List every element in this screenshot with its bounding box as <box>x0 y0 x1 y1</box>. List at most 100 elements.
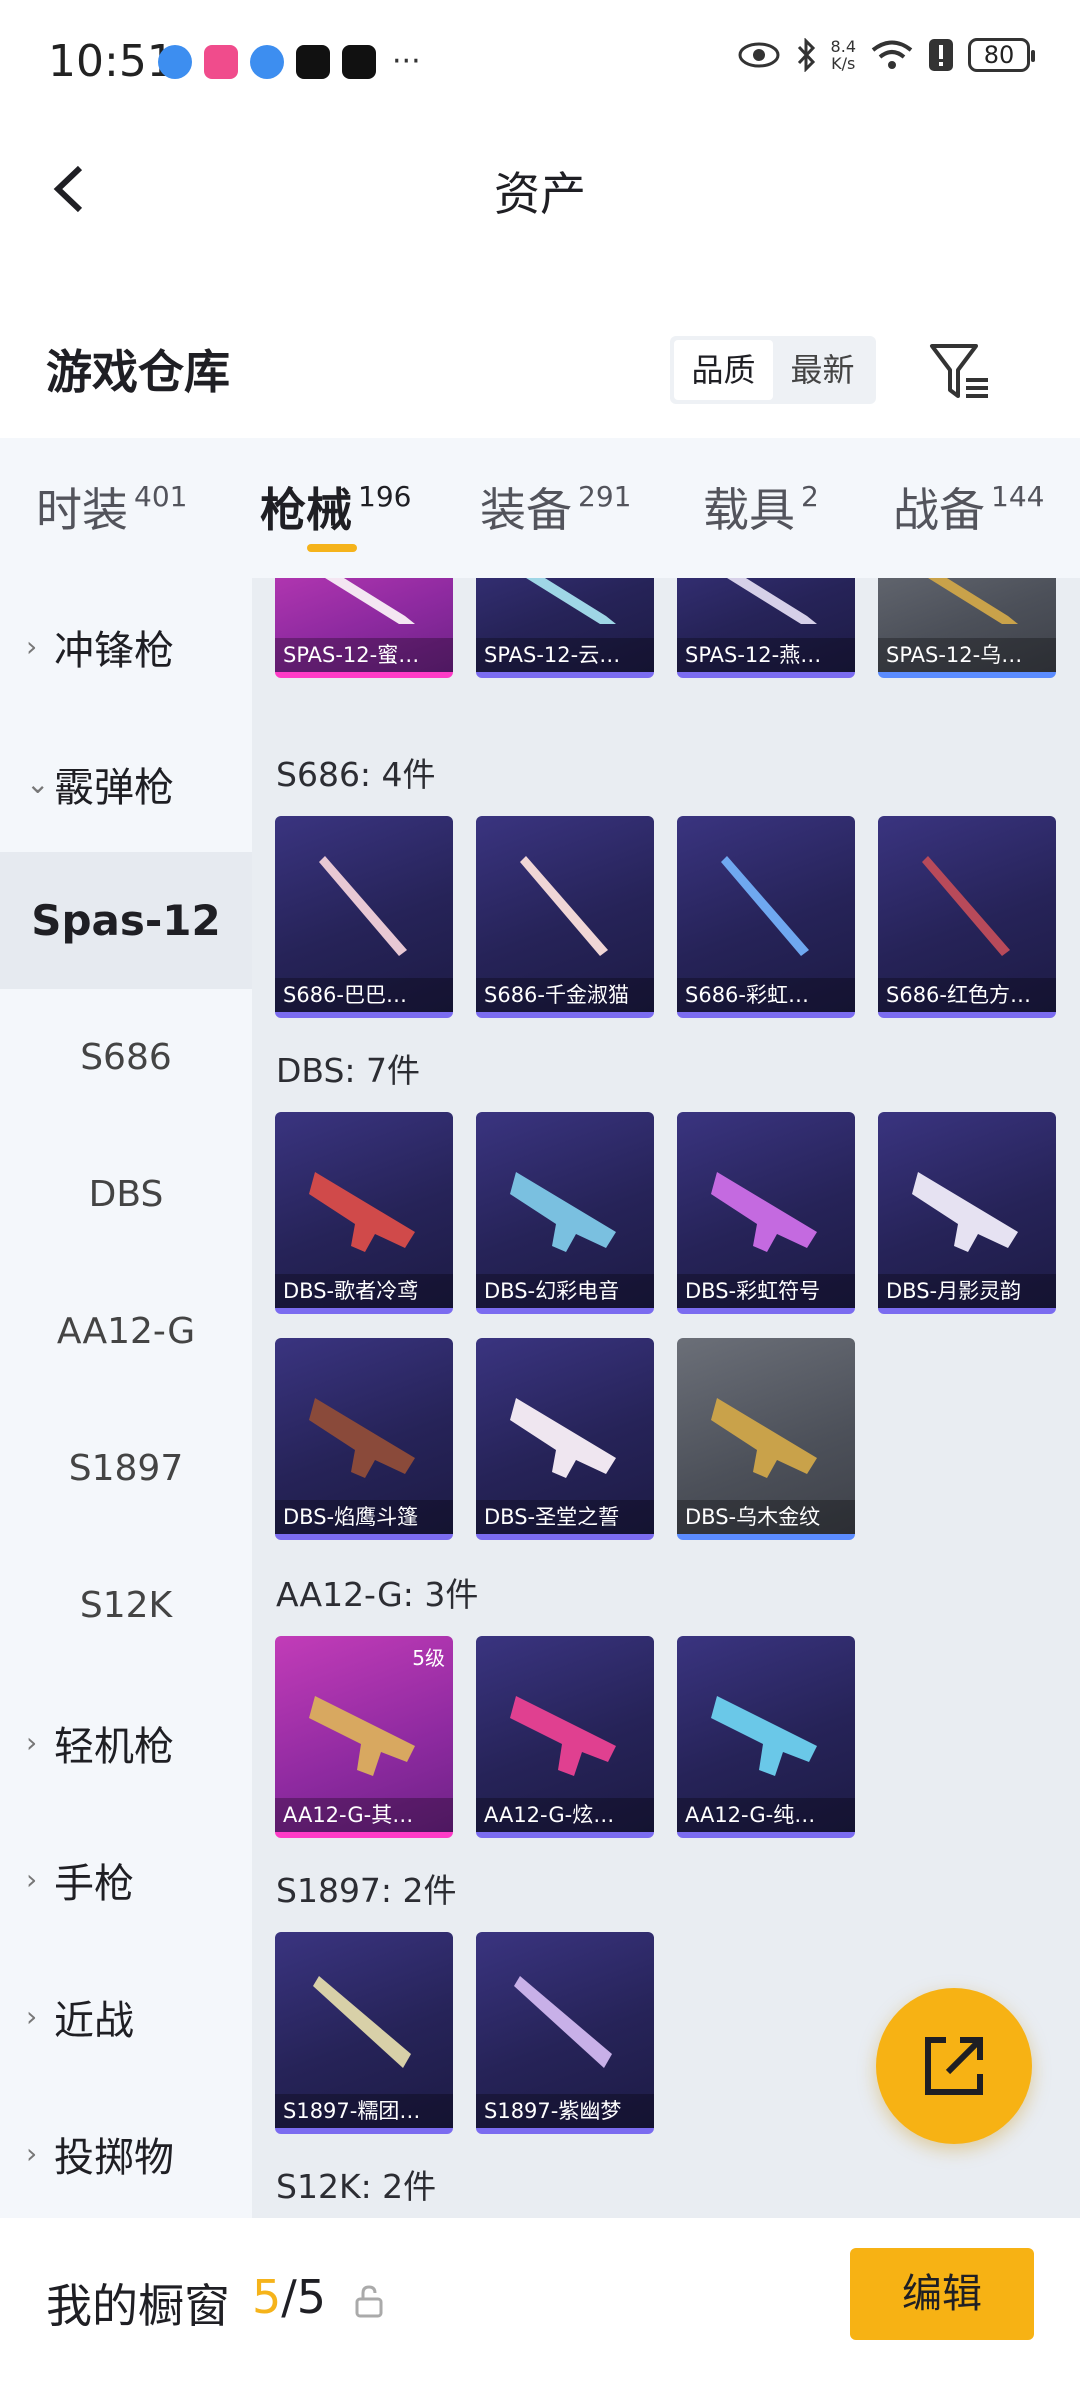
sidebar-item-pistol[interactable]: › 手枪 <box>0 1811 252 1948</box>
tab-label: 时装 <box>36 483 128 537</box>
sidebar-item-lmg[interactable]: › 轻机枪 <box>0 1674 252 1811</box>
showcase-bar: 我的橱窗 5/5 编辑 <box>0 2218 1080 2382</box>
skin-card[interactable]: SPAS-12-云… <box>476 578 654 678</box>
sort-option-newest[interactable]: 最新 <box>773 340 872 400</box>
skin-card[interactable]: S686-彩虹… <box>677 816 855 1018</box>
skin-card-label: DBS-乌木金纹 <box>677 1500 855 1534</box>
sidebar-item-shotgun[interactable]: ⌄ 霰弹枪 <box>0 715 252 852</box>
unlock-icon <box>355 2285 383 2318</box>
chevron-right-icon: › <box>26 2000 38 2033</box>
skin-card-label: S686-千金淑猫 <box>476 978 654 1012</box>
status-right: 8.4 K/s 80 <box>737 37 1035 72</box>
skin-card[interactable]: S686-千金淑猫 <box>476 816 654 1018</box>
skin-card-label: AA12-G-炫… <box>476 1798 654 1832</box>
chevron-right-icon: › <box>26 2137 38 2170</box>
shotgun-skin-icon <box>721 856 809 956</box>
sidebar-item-s686[interactable]: S686 <box>0 989 252 1126</box>
skin-card[interactable]: DBS-乌木金纹 <box>677 1338 855 1540</box>
skin-card[interactable]: DBS-歌者冷鸢 <box>275 1112 453 1314</box>
skin-card[interactable]: DBS-圣堂之誓 <box>476 1338 654 1540</box>
skin-card[interactable]: S1897-紫幽梦 <box>476 1932 654 2134</box>
shotgun-skin-icon <box>711 1696 817 1776</box>
skin-card[interactable]: DBS-月影灵韵 <box>878 1112 1056 1314</box>
group-heading-aa12g: AA12-G: 3件 <box>276 1575 479 1614</box>
bluetooth-icon <box>797 38 815 72</box>
network-speed-value: 8.4 <box>830 37 856 56</box>
tab-vehicles[interactable]: 载具 2 <box>703 474 819 540</box>
skin-card[interactable]: AA12-G-炫… <box>476 1636 654 1838</box>
skin-card[interactable]: SPAS-12-燕… <box>677 578 855 678</box>
tab-firearms[interactable]: 枪械 196 <box>260 474 411 540</box>
filter-icon[interactable] <box>926 336 996 406</box>
sidebar-item-s12k[interactable]: S12K <box>0 1537 252 1674</box>
sidebar-item-smg[interactable]: › 冲锋枪 <box>0 578 252 715</box>
sidebar-item-label: 轻机枪 <box>54 1723 174 1770</box>
skin-card[interactable]: 5级 AA12-G-其… <box>275 1636 453 1838</box>
shotgun-skin-icon <box>309 1172 415 1252</box>
sidebar-item-dbs[interactable]: DBS <box>0 1126 252 1263</box>
battery-indicator: 80 <box>968 38 1035 72</box>
sidebar-item-label: 手枪 <box>54 1860 134 1907</box>
skin-card[interactable]: SPAS-12-乌… <box>878 578 1056 678</box>
chevron-right-icon: › <box>26 1863 38 1896</box>
sidebar-item-throwable[interactable]: › 投掷物 <box>0 2085 252 2222</box>
skin-card[interactable]: DBS-幻彩电音 <box>476 1112 654 1314</box>
tab-label: 战备 <box>893 483 985 537</box>
share-button[interactable] <box>876 1988 1032 2144</box>
app-header: 资产 <box>0 130 1080 250</box>
showcase-count: 5/5 <box>252 2270 326 2324</box>
sort-option-quality[interactable]: 品质 <box>674 340 773 400</box>
shotgun-skin-icon <box>510 1398 616 1478</box>
tab-tactical[interactable]: 战备 144 <box>893 474 1044 540</box>
shotgun-skin-icon <box>309 1398 415 1478</box>
skin-card-label: DBS-彩虹符号 <box>677 1274 855 1308</box>
status-bar: 10:51 ··· 8.4 K/s 80 <box>0 0 1080 130</box>
page-title: 资产 <box>494 167 586 221</box>
section-title: 游戏仓库 <box>46 345 230 399</box>
skin-card-label: AA12-G-纯… <box>677 1798 855 1832</box>
shotgun-skin-icon <box>922 856 1010 956</box>
skin-card[interactable]: S686-红色方… <box>878 816 1056 1018</box>
status-time: 10:51 <box>48 36 175 87</box>
notification-icons: ··· <box>158 44 421 79</box>
skin-card-label: S686-彩虹… <box>677 978 855 1012</box>
shotgun-skin-icon <box>319 856 407 956</box>
edit-button[interactable]: 编辑 <box>850 2248 1034 2340</box>
skin-card[interactable]: SPAS-12-蜜… <box>275 578 453 678</box>
tab-fashion[interactable]: 时装 401 <box>36 474 187 540</box>
skin-card-label: S1897-紫幽梦 <box>476 2094 654 2128</box>
tab-label: 装备 <box>480 483 572 537</box>
skin-card[interactable]: S686-巴巴… <box>275 816 453 1018</box>
sidebar-item-aa12g[interactable]: AA12-G <box>0 1263 252 1400</box>
eye-icon <box>738 42 780 68</box>
shotgun-skin-icon <box>325 578 415 624</box>
sort-toggle: 品质 最新 <box>670 336 876 404</box>
tab-equipment[interactable]: 装备 291 <box>480 474 631 540</box>
browser-app-icon <box>158 44 192 79</box>
skin-card-label: SPAS-12-燕… <box>677 638 855 672</box>
skin-card[interactable]: AA12-G-纯… <box>677 1636 855 1838</box>
tab-count: 144 <box>991 480 1045 513</box>
wifi-icon <box>871 40 913 69</box>
alert-icon <box>929 39 953 71</box>
skin-card[interactable]: DBS-彩虹符号 <box>677 1112 855 1314</box>
sidebar-item-spas12[interactable]: Spas-12 <box>0 852 252 989</box>
sidebar-item-label: 投掷物 <box>54 2134 174 2181</box>
skin-card[interactable]: DBS-焰鹰斗篷 <box>275 1338 453 1540</box>
weapon-skin-grid: SPAS-12-蜜… SPAS-12-云… SPAS-12-燕… SPAS-12… <box>252 578 1080 2218</box>
sidebar-item-s1897[interactable]: S1897 <box>0 1400 252 1537</box>
weapon-category-sidebar: › 冲锋枪 ⌄ 霰弹枪 Spas-12 S686 DBS AA12-G S1897 … <box>0 578 252 2218</box>
shotgun-skin-icon <box>510 1172 616 1252</box>
shotgun-skin-icon <box>711 1172 817 1252</box>
skin-card[interactable]: S1897-糯团… <box>275 1932 453 2134</box>
skin-card-label: S686-红色方… <box>878 978 1056 1012</box>
skin-card-label: DBS-月影灵韵 <box>878 1274 1056 1308</box>
chevron-right-icon: › <box>26 630 38 663</box>
skin-card-label: DBS-焰鹰斗篷 <box>275 1500 453 1534</box>
category-tabs: 时装 401 枪械 196 装备 291 载具 2 战备 144 <box>0 438 1080 578</box>
sidebar-item-melee[interactable]: › 近战 <box>0 1948 252 2085</box>
shotgun-skin-icon <box>313 1976 411 2068</box>
tab-label: 枪械 <box>260 483 352 537</box>
group-heading-s12k: S12K: 2件 <box>276 2167 437 2206</box>
shotgun-skin-icon <box>514 1976 612 2068</box>
